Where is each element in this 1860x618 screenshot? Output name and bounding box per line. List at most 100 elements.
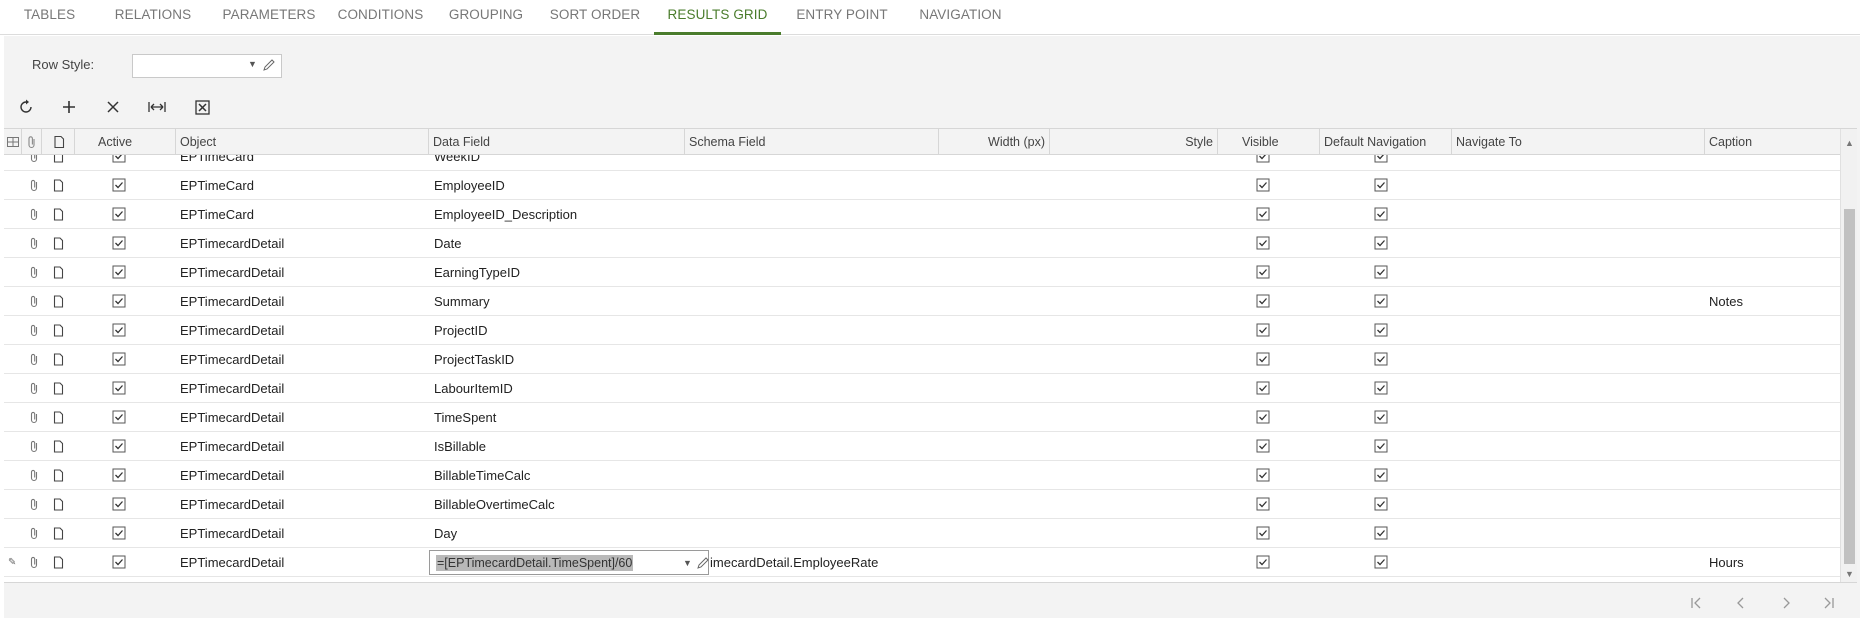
header-default-navigation[interactable]: Default Navigation (1320, 129, 1452, 155)
data-field-cell[interactable]: TimeSpent (434, 403, 684, 432)
data-field-cell[interactable]: Day (434, 519, 684, 548)
paperclip-icon[interactable] (28, 353, 40, 366)
default-navigation-checkbox[interactable] (1374, 410, 1388, 424)
caption-cell[interactable] (1709, 519, 1837, 548)
data-field-cell[interactable]: EmployeeID (434, 171, 684, 200)
schema-field-cell[interactable] (689, 229, 934, 258)
default-navigation-checkbox[interactable] (1374, 294, 1388, 308)
paperclip-icon[interactable] (28, 155, 40, 163)
table-row[interactable]: EPTimeCard WeekID (4, 155, 1840, 171)
caption-cell[interactable] (1709, 155, 1837, 171)
refresh-button[interactable] (13, 96, 39, 118)
note-icon[interactable] (52, 527, 64, 540)
active-checkbox[interactable] (112, 323, 126, 337)
active-checkbox[interactable] (112, 410, 126, 424)
row-style-select[interactable]: ▼ (132, 54, 282, 78)
note-icon[interactable] (52, 382, 64, 395)
table-row[interactable]: EPTimecardDetail Date (4, 229, 1840, 258)
caption-cell[interactable] (1709, 461, 1837, 490)
visible-checkbox[interactable] (1256, 410, 1270, 424)
data-field-input[interactable]: =[EPTimecardDetail.TimeSpent]/60 (436, 555, 634, 571)
active-checkbox[interactable] (112, 555, 126, 569)
header-selector[interactable] (4, 129, 22, 155)
dropdown-arrow-icon[interactable]: ▼ (683, 558, 692, 568)
active-checkbox[interactable] (112, 265, 126, 279)
scroll-up-icon[interactable]: ▲ (1845, 139, 1854, 148)
export-excel-button[interactable] (189, 96, 215, 118)
note-icon[interactable] (52, 411, 64, 424)
caption-cell[interactable] (1709, 432, 1837, 461)
header-navigate-to[interactable]: Navigate To (1452, 129, 1705, 155)
note-icon[interactable] (52, 266, 64, 279)
table-row[interactable]: EPTimecardDetail IsBillable (4, 432, 1840, 461)
caption-cell[interactable] (1709, 374, 1837, 403)
object-cell[interactable]: EPTimecardDetail (180, 287, 425, 316)
schema-field-cell[interactable] (689, 171, 934, 200)
data-field-cell[interactable]: ProjectTaskID (434, 345, 684, 374)
note-icon[interactable] (52, 353, 64, 366)
note-icon[interactable] (52, 498, 64, 511)
table-row[interactable]: EPTimecardDetail BillableTimeCalc (4, 461, 1840, 490)
header-object[interactable]: Object (176, 129, 429, 155)
caption-cell[interactable] (1709, 200, 1837, 229)
pencil-icon[interactable] (262, 58, 276, 72)
delete-row-button[interactable] (100, 96, 126, 118)
default-navigation-checkbox[interactable] (1374, 236, 1388, 250)
caption-cell[interactable]: Hours (1709, 548, 1837, 577)
visible-checkbox[interactable] (1256, 555, 1270, 569)
visible-checkbox[interactable] (1256, 439, 1270, 453)
object-cell[interactable]: EPTimecardDetail (180, 229, 425, 258)
pencil-icon[interactable] (696, 556, 710, 570)
object-cell[interactable]: EPTimeCard (180, 200, 425, 229)
prev-page-button[interactable] (1730, 594, 1752, 612)
active-checkbox[interactable] (112, 497, 126, 511)
caption-cell[interactable] (1709, 316, 1837, 345)
caption-cell[interactable] (1709, 345, 1837, 374)
visible-checkbox[interactable] (1256, 323, 1270, 337)
default-navigation-checkbox[interactable] (1374, 155, 1388, 163)
tab-results-grid[interactable]: RESULTS GRID (654, 0, 781, 35)
active-checkbox[interactable] (112, 439, 126, 453)
paperclip-icon[interactable] (28, 324, 40, 337)
active-checkbox[interactable] (112, 352, 126, 366)
table-row[interactable]: EPTimecardDetail ProjectID (4, 316, 1840, 345)
tab-tables[interactable]: TABLES (12, 0, 87, 35)
paperclip-icon[interactable] (28, 208, 40, 221)
table-row[interactable]: EPTimecardDetail BillableOvertimeCalc (4, 490, 1840, 519)
table-row[interactable]: ✎ EPTimecardDetail =[EPTimecardDetail.Time… (4, 548, 1840, 577)
note-icon[interactable] (52, 208, 64, 221)
default-navigation-checkbox[interactable] (1374, 439, 1388, 453)
object-cell[interactable]: EPTimecardDetail (180, 345, 425, 374)
schema-field-cell[interactable] (689, 316, 934, 345)
visible-checkbox[interactable] (1256, 236, 1270, 250)
default-navigation-checkbox[interactable] (1374, 497, 1388, 511)
active-checkbox[interactable] (112, 155, 126, 163)
data-field-editor[interactable]: =[EPTimecardDetail.TimeSpent]/60 ▼ (429, 550, 709, 575)
data-field-cell[interactable]: EmployeeID_Description (434, 200, 684, 229)
note-icon[interactable] (52, 155, 64, 163)
visible-checkbox[interactable] (1256, 265, 1270, 279)
scroll-down-icon[interactable]: ▼ (1845, 570, 1854, 579)
tab-parameters[interactable]: PARAMETERS (204, 0, 334, 35)
table-row[interactable]: EPTimeCard EmployeeID (4, 171, 1840, 200)
last-page-button[interactable] (1818, 594, 1840, 612)
next-page-button[interactable] (1775, 594, 1797, 612)
object-cell[interactable]: EPTimecardDetail (180, 432, 425, 461)
schema-field-cell[interactable] (689, 403, 934, 432)
table-row[interactable]: EPTimecardDetail Day (4, 519, 1840, 548)
tab-navigation[interactable]: NAVIGATION (908, 0, 1013, 35)
tab-conditions[interactable]: CONDITIONS (325, 0, 436, 35)
tab-sort-order[interactable]: SORT ORDER (540, 0, 650, 35)
paperclip-icon[interactable] (28, 440, 40, 453)
object-cell[interactable]: EPTimecardDetail (180, 461, 425, 490)
data-field-cell[interactable]: BillableTimeCalc (434, 461, 684, 490)
tab-grouping[interactable]: GROUPING (438, 0, 534, 35)
default-navigation-checkbox[interactable] (1374, 381, 1388, 395)
data-field-cell[interactable]: WeekID (434, 155, 684, 171)
table-row[interactable]: EPTimecardDetail LabourItemID (4, 374, 1840, 403)
note-icon[interactable] (52, 295, 64, 308)
visible-checkbox[interactable] (1256, 155, 1270, 163)
object-cell[interactable]: EPTimecardDetail (180, 490, 425, 519)
visible-checkbox[interactable] (1256, 294, 1270, 308)
object-cell[interactable]: EPTimecardDetail (180, 316, 425, 345)
